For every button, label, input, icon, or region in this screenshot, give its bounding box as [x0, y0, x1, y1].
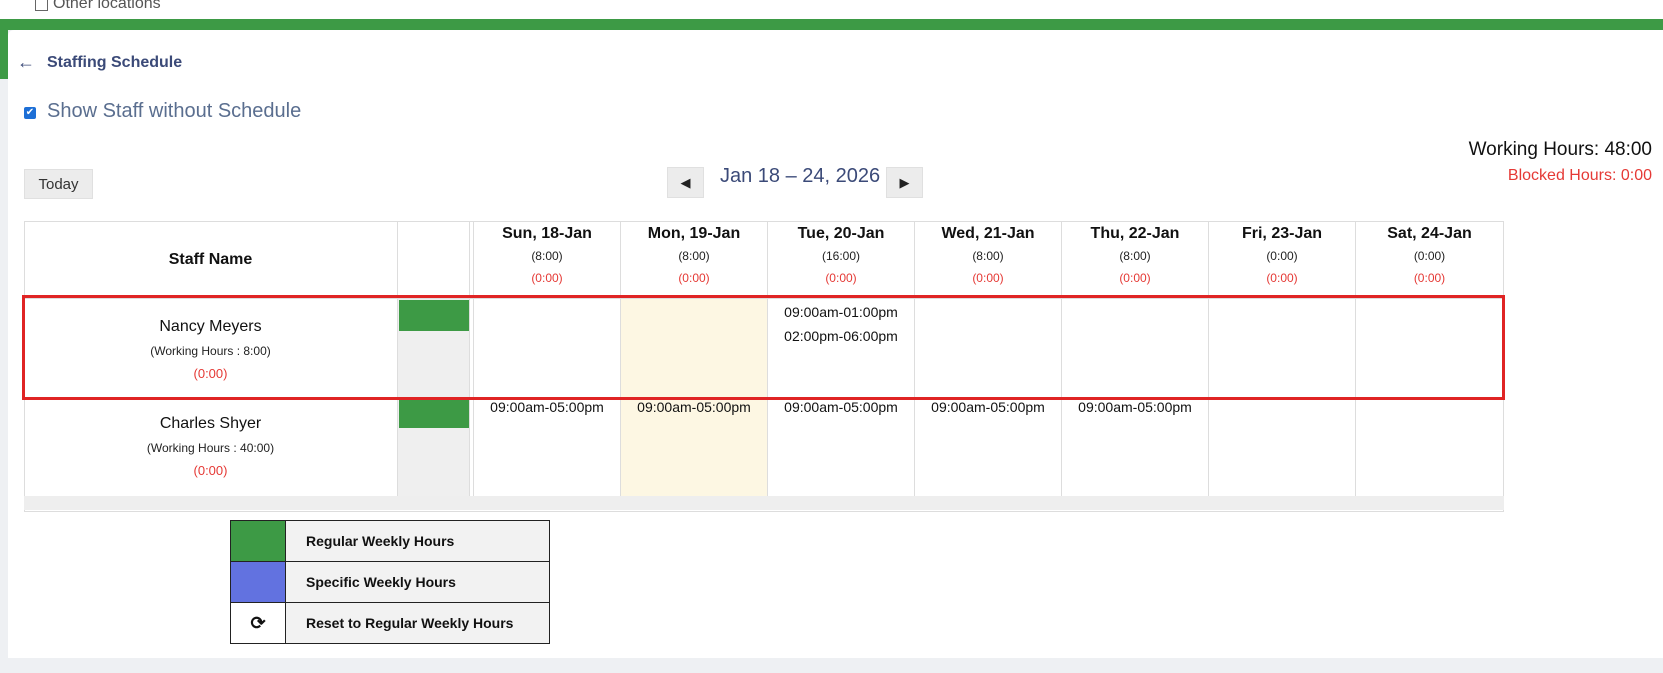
day-label: Wed, 21-Jan [941, 225, 1035, 242]
panel-green-edge [0, 30, 8, 79]
staff-cell-charles[interactable]: Charles Shyer (Working Hours : 40:00) (0… [24, 415, 397, 478]
staff-working-hours: (Working Hours : 40:00) [146, 441, 275, 455]
day-header-tue[interactable]: Tue, 20-Jan (16:00) (0:00) [768, 225, 914, 285]
legend-row: Specific Weekly Hours [230, 561, 550, 603]
legend-row: ⟳ Reset to Regular Weekly Hours [230, 602, 550, 644]
regular-hours-color [230, 520, 286, 562]
today-button[interactable]: Today [24, 169, 93, 199]
legend-table: Regular Weekly Hours Specific Weekly Hou… [230, 520, 550, 644]
shift-charles-thu[interactable]: 09:00am-05:00pm [1062, 399, 1208, 415]
legend-reset-label: Reset to Regular Weekly Hours [285, 602, 550, 644]
day-blocked: (0:00) [531, 271, 563, 285]
show-staff-checkbox[interactable]: ✔ [24, 107, 36, 119]
working-hours-total: Working Hours: 48:00 [1468, 139, 1652, 160]
day-label: Mon, 19-Jan [647, 225, 741, 242]
legend-specific-label: Specific Weekly Hours [285, 561, 550, 603]
day-blocked: (0:00) [1266, 271, 1298, 285]
legend-regular-label: Regular Weekly Hours [285, 520, 550, 562]
staff-name-header: Staff Name [168, 250, 253, 268]
day-header-sun[interactable]: Sun, 18-Jan (8:00) (0:00) [474, 225, 620, 285]
day-blocked: (0:00) [1119, 271, 1151, 285]
day-blocked: (0:00) [678, 271, 710, 285]
day-header-fri[interactable]: Fri, 23-Jan (0:00) (0:00) [1209, 225, 1355, 285]
day-hours: (8:00) [1119, 249, 1151, 263]
date-range-title: Jan 18 – 24, 2026 [720, 165, 881, 187]
staff-name: Charles Shyer [159, 415, 262, 432]
legend-row: Regular Weekly Hours [230, 520, 550, 562]
shift-charles-wed[interactable]: 09:00am-05:00pm [915, 399, 1061, 415]
day-hours: (8:00) [678, 249, 710, 263]
day-hours: (8:00) [972, 249, 1004, 263]
show-staff-label[interactable]: Show Staff without Schedule [47, 100, 301, 123]
reset-icon: ⟳ [230, 602, 286, 644]
day-label: Tue, 20-Jan [797, 225, 885, 242]
other-locations-label: Other locations [53, 0, 161, 12]
other-locations-checkbox[interactable] [35, 0, 48, 11]
back-arrow-icon[interactable]: ← [17, 52, 35, 73]
selection-highlight-box [22, 295, 1505, 400]
blocked-hours-total: Blocked Hours: 0:00 [1507, 167, 1652, 184]
specific-hours-color [230, 561, 286, 603]
regular-hours-swatch[interactable] [399, 397, 469, 428]
day-header-thu[interactable]: Thu, 22-Jan (8:00) (0:00) [1062, 225, 1208, 285]
day-hours: (0:00) [1413, 249, 1446, 263]
day-blocked: (0:00) [825, 271, 857, 285]
day-label: Sat, 24-Jan [1387, 225, 1472, 242]
staff-blocked-hours: (0:00) [193, 463, 228, 478]
day-blocked: (0:00) [1413, 271, 1446, 285]
shift-charles-mon[interactable]: 09:00am-05:00pm [621, 399, 767, 415]
day-label: Fri, 23-Jan [1241, 225, 1323, 242]
horizontal-scrollbar[interactable] [24, 496, 1504, 510]
header-green-bar [0, 19, 1663, 30]
top-strip [0, 0, 1663, 19]
other-locations-option[interactable]: Other locations [35, 0, 161, 13]
shift-charles-sun[interactable]: 09:00am-05:00pm [474, 399, 620, 415]
shift-charles-tue[interactable]: 09:00am-05:00pm [768, 399, 914, 415]
day-header-sat[interactable]: Sat, 24-Jan (0:00) (0:00) [1356, 225, 1503, 285]
day-header-wed[interactable]: Wed, 21-Jan (8:00) (0:00) [915, 225, 1061, 285]
day-label: Sun, 18-Jan [502, 225, 592, 242]
next-week-button[interactable]: ▶ [886, 167, 923, 198]
day-label: Thu, 22-Jan [1090, 225, 1180, 242]
day-hours: (16:00) [821, 249, 861, 263]
day-header-mon[interactable]: Mon, 19-Jan (8:00) (0:00) [621, 225, 767, 285]
day-hours: (0:00) [1266, 249, 1298, 263]
day-hours: (8:00) [531, 249, 563, 263]
prev-week-button[interactable]: ◀ [667, 167, 704, 198]
day-blocked: (0:00) [972, 271, 1004, 285]
page-title: Staffing Schedule [47, 54, 183, 71]
